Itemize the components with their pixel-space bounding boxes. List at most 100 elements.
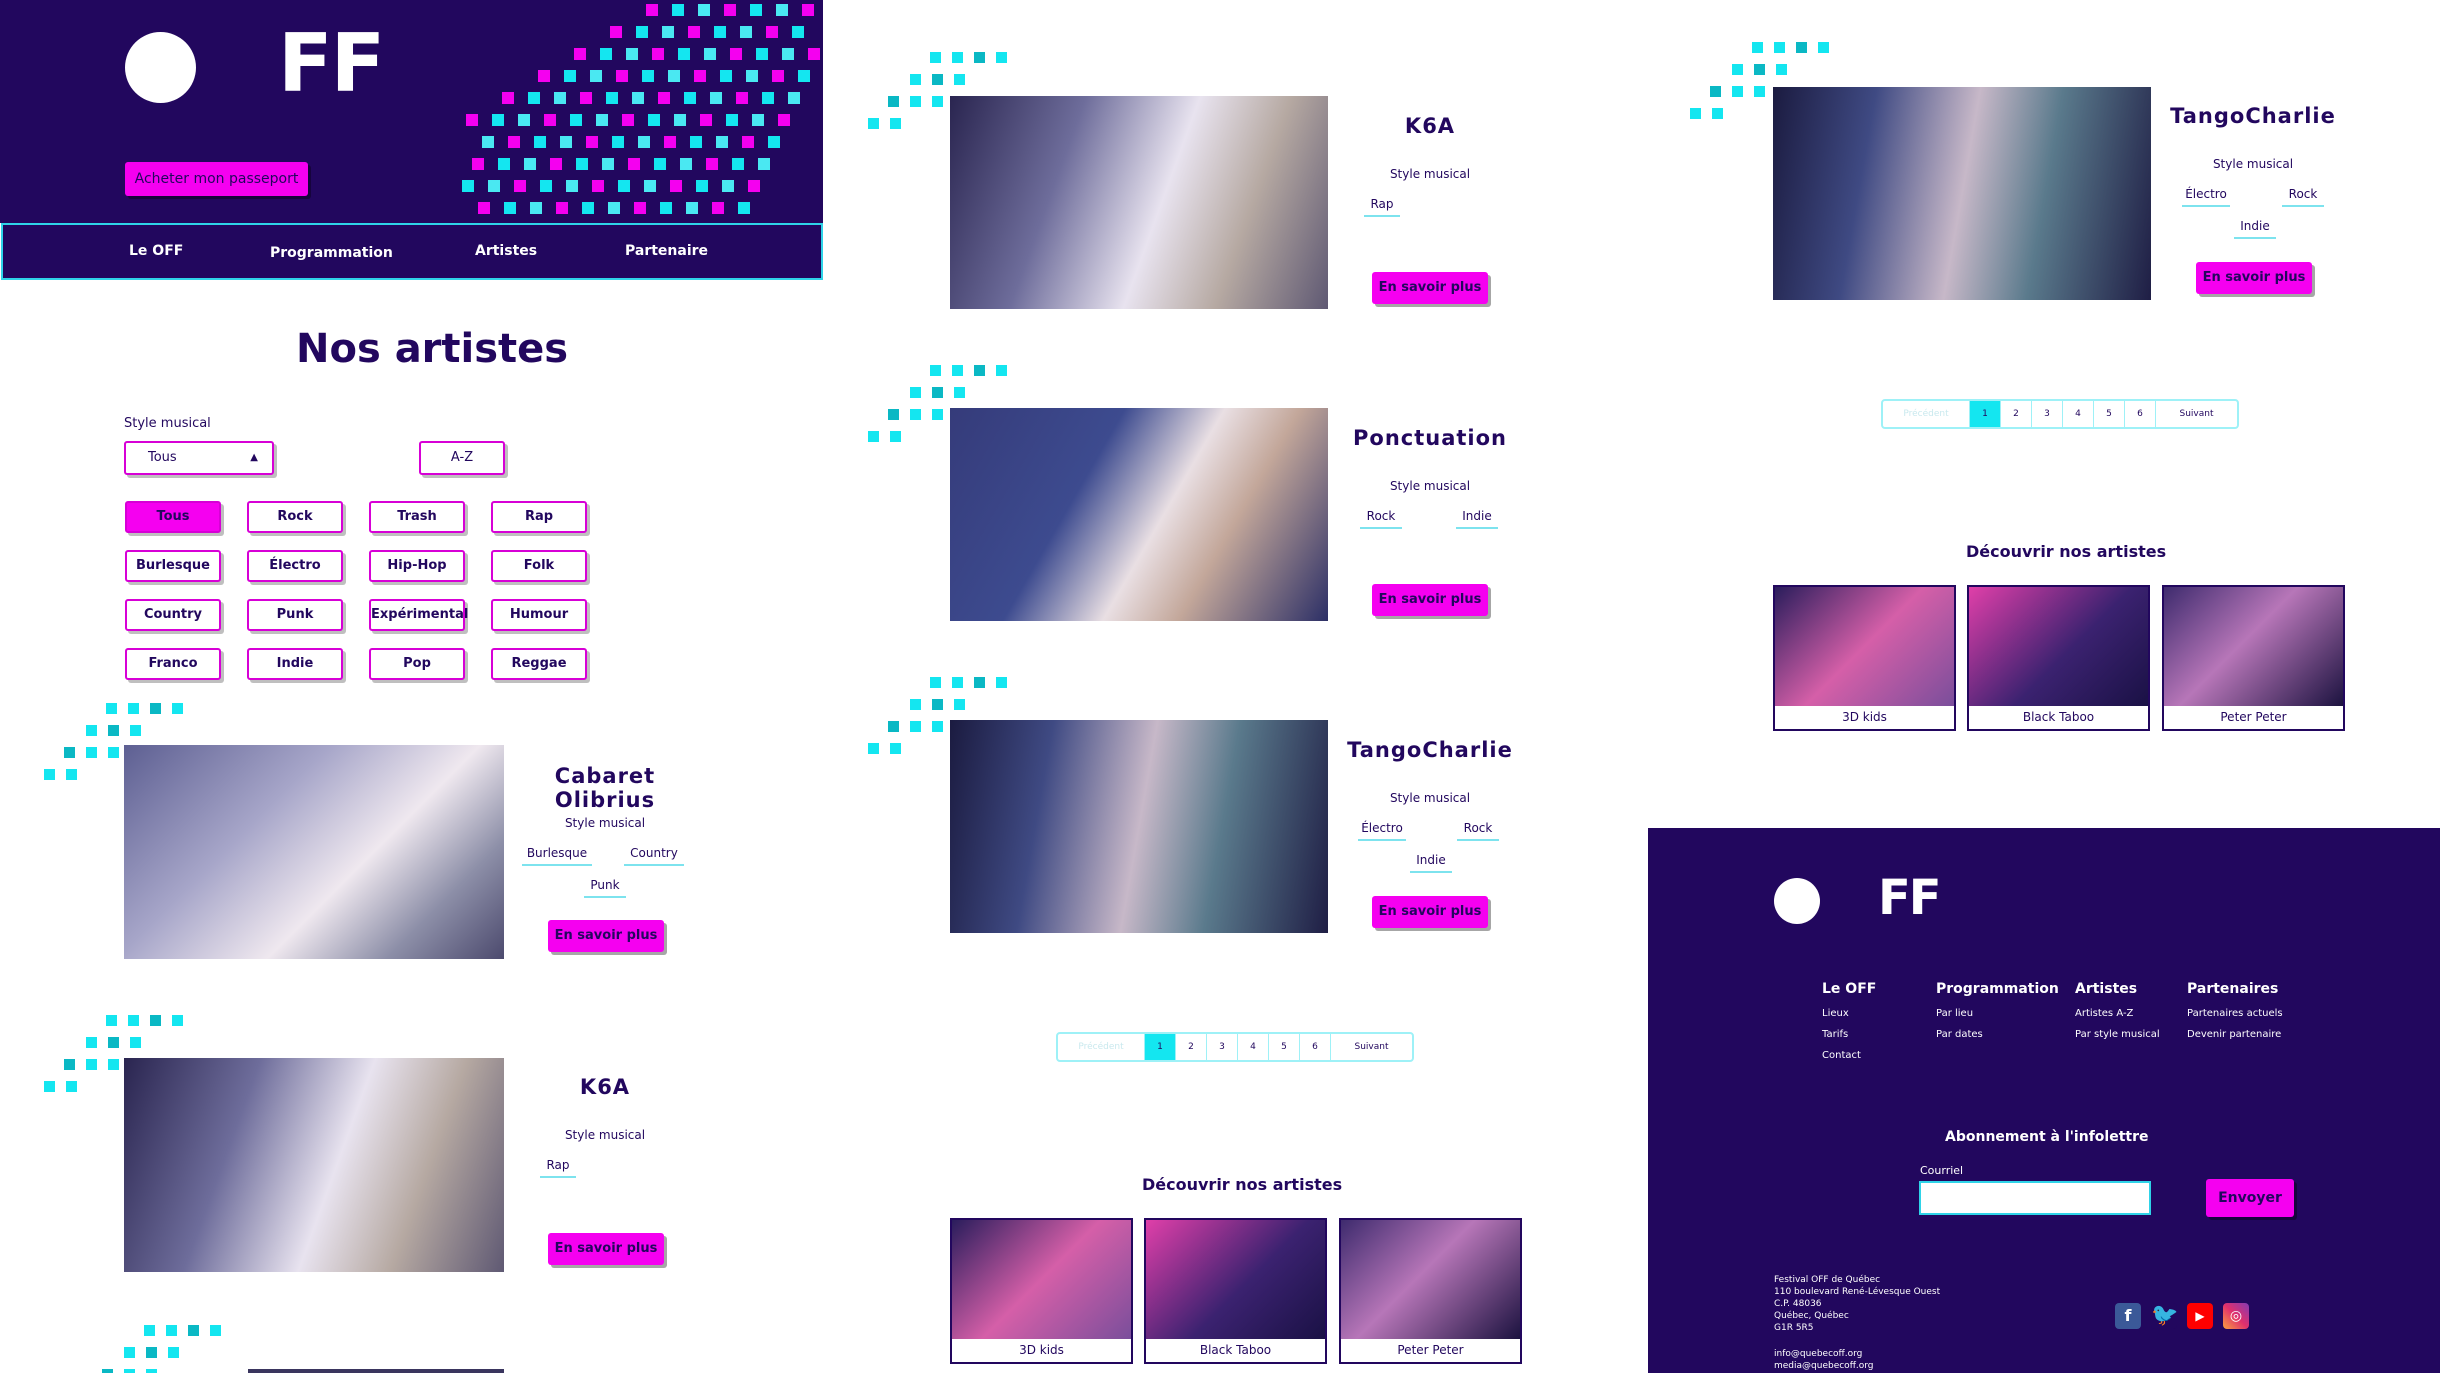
discover-card-3d-kids[interactable]: 3D kids xyxy=(950,1218,1133,1364)
footer-col-le-off[interactable]: Le OFF xyxy=(1822,981,1876,997)
tag-punk[interactable]: Punk xyxy=(584,878,626,898)
pagination-page-4[interactable]: 4 xyxy=(2062,401,2093,427)
more-button-k6a[interactable]: En savoir plus xyxy=(548,1233,664,1265)
pattern-dot xyxy=(472,158,484,170)
tag-rap[interactable]: Rap xyxy=(540,1158,576,1178)
tag-rock-3[interactable]: Rock xyxy=(2282,187,2324,207)
chip-punk[interactable]: Punk xyxy=(247,599,343,631)
chip-trash[interactable]: Trash xyxy=(369,501,465,533)
tag-burlesque[interactable]: Burlesque xyxy=(522,846,592,866)
pagination-page-3[interactable]: 3 xyxy=(2031,401,2062,427)
pagination-page-3[interactable]: 3 xyxy=(1206,1034,1237,1060)
pagination-prev[interactable]: Précédent xyxy=(1883,401,1969,427)
artist-photo-cabaret[interactable] xyxy=(124,745,504,959)
footer-link-par-style[interactable]: Par style musical xyxy=(2075,1029,2160,1040)
tag-indie[interactable]: Indie xyxy=(1456,509,1498,529)
more-button-tango-3[interactable]: En savoir plus xyxy=(2196,262,2312,294)
pagination-prev[interactable]: Précédent xyxy=(1058,1034,1144,1060)
footer-col-artistes[interactable]: Artistes xyxy=(2075,981,2137,997)
facebook-icon[interactable]: f xyxy=(2115,1303,2141,1329)
artist-name-cabaret[interactable]: Cabaret Olibrius xyxy=(510,764,700,812)
nav-programmation[interactable]: Programmation xyxy=(270,245,393,261)
buy-pass-button[interactable]: Acheter mon passeport xyxy=(125,162,308,196)
chip-humour[interactable]: Humour xyxy=(491,599,587,631)
nav-partenaire[interactable]: Partenaire xyxy=(625,243,708,259)
tag-rock-2[interactable]: Rock xyxy=(1457,821,1499,841)
tag-electro-3[interactable]: Électro xyxy=(2182,187,2230,207)
artist-photo-next[interactable] xyxy=(248,1369,504,1373)
footer-link-partenaires-actuels[interactable]: Partenaires actuels xyxy=(2187,1008,2283,1019)
chip-indie[interactable]: Indie xyxy=(247,648,343,680)
discover-card-peter-peter[interactable]: Peter Peter xyxy=(2162,585,2345,731)
discover-card-peter-peter[interactable]: Peter Peter xyxy=(1339,1218,1522,1364)
artist-photo-tango[interactable] xyxy=(950,720,1328,933)
artist-name-k6a-2[interactable]: K6A xyxy=(1335,114,1525,138)
chip-rock[interactable]: Rock xyxy=(247,501,343,533)
pagination-next[interactable]: Suivant xyxy=(1330,1034,1412,1060)
footer-col-programmation[interactable]: Programmation xyxy=(1936,981,2059,997)
pagination-page-5[interactable]: 5 xyxy=(2093,401,2124,427)
more-button-ponctuation[interactable]: En savoir plus xyxy=(1372,584,1488,616)
pagination-page-2[interactable]: 2 xyxy=(2000,401,2031,427)
footer-link-par-lieu[interactable]: Par lieu xyxy=(1936,1008,1973,1019)
email-field[interactable] xyxy=(1919,1181,2151,1215)
more-button-tango[interactable]: En savoir plus xyxy=(1372,896,1488,928)
discover-card-black-taboo[interactable]: Black Taboo xyxy=(1967,585,2150,731)
tag-country[interactable]: Country xyxy=(624,846,684,866)
tag-indie-2[interactable]: Indie xyxy=(1410,853,1452,873)
footer-link-par-dates[interactable]: Par dates xyxy=(1936,1029,1983,1040)
newsletter-submit-button[interactable]: Envoyer xyxy=(2206,1179,2294,1217)
artist-name-ponctuation[interactable]: Ponctuation xyxy=(1335,426,1525,450)
artist-name-tango[interactable]: TangoCharlie xyxy=(1335,738,1525,762)
chip-hip-hop[interactable]: Hip-Hop xyxy=(369,550,465,582)
chip-exp-rimental[interactable]: Expérimental xyxy=(369,599,468,631)
artist-photo-k6a-2[interactable] xyxy=(950,96,1328,309)
pagination-page-5[interactable]: 5 xyxy=(1268,1034,1299,1060)
nav-le-off[interactable]: Le OFF xyxy=(129,243,183,259)
discover-card-3d-kids[interactable]: 3D kids xyxy=(1773,585,1956,731)
more-button-k6a-2[interactable]: En savoir plus xyxy=(1372,272,1488,304)
pagination-page-6[interactable]: 6 xyxy=(2124,401,2155,427)
pattern-dot xyxy=(130,725,141,736)
pagination-page-1[interactable]: 1 xyxy=(1969,401,2000,427)
twitter-icon[interactable]: 🐦 xyxy=(2151,1303,2178,1329)
chip-pop[interactable]: Pop xyxy=(369,648,465,680)
footer-col-partenaires[interactable]: Partenaires xyxy=(2187,981,2278,997)
artist-name-k6a[interactable]: K6A xyxy=(510,1075,700,1099)
footer-link-contact[interactable]: Contact xyxy=(1822,1050,1861,1061)
chip-burlesque[interactable]: Burlesque xyxy=(125,550,221,582)
artist-name-tango-3[interactable]: TangoCharlie xyxy=(2158,104,2348,128)
chip-country[interactable]: Country xyxy=(125,599,221,631)
chip-franco[interactable]: Franco xyxy=(125,648,221,680)
footer-link-lieux[interactable]: Lieux xyxy=(1822,1008,1849,1019)
chip-tous[interactable]: Tous xyxy=(125,501,221,533)
instagram-icon[interactable]: ◎ xyxy=(2223,1303,2249,1329)
more-button-cabaret[interactable]: En savoir plus xyxy=(548,920,664,952)
pagination-page-6[interactable]: 6 xyxy=(1299,1034,1330,1060)
pagination-next[interactable]: Suivant xyxy=(2155,401,2237,427)
pagination-page-2[interactable]: 2 xyxy=(1175,1034,1206,1060)
chip-folk[interactable]: Folk xyxy=(491,550,587,582)
pattern-dot xyxy=(524,158,536,170)
pattern-dot xyxy=(210,1325,221,1336)
pagination-page-1[interactable]: 1 xyxy=(1144,1034,1175,1060)
artist-photo-k6a[interactable] xyxy=(124,1058,504,1272)
chip-rap[interactable]: Rap xyxy=(491,501,587,533)
artist-photo-ponctuation[interactable] xyxy=(950,408,1328,621)
sort-select[interactable]: A-Z xyxy=(419,441,505,475)
pagination-page-4[interactable]: 4 xyxy=(1237,1034,1268,1060)
artist-photo-tango-3[interactable] xyxy=(1773,87,2151,300)
chip-reggae[interactable]: Reggae xyxy=(491,648,587,680)
footer-link-tarifs[interactable]: Tarifs xyxy=(1822,1029,1848,1040)
nav-artistes[interactable]: Artistes xyxy=(475,243,537,259)
tag-rap-2[interactable]: Rap xyxy=(1364,197,1400,217)
footer-link-devenir-partenaire[interactable]: Devenir partenaire xyxy=(2187,1029,2281,1040)
chip--lectro[interactable]: Électro xyxy=(247,550,343,582)
footer-link-artistes-az[interactable]: Artistes A-Z xyxy=(2075,1008,2133,1019)
tag-rock[interactable]: Rock xyxy=(1360,509,1402,529)
tag-electro[interactable]: Électro xyxy=(1358,821,1406,841)
discover-card-black-taboo[interactable]: Black Taboo xyxy=(1144,1218,1327,1364)
style-select[interactable]: Tous ▲ xyxy=(124,441,274,475)
tag-indie-3[interactable]: Indie xyxy=(2234,219,2276,239)
youtube-icon[interactable]: ▶ xyxy=(2187,1303,2213,1329)
